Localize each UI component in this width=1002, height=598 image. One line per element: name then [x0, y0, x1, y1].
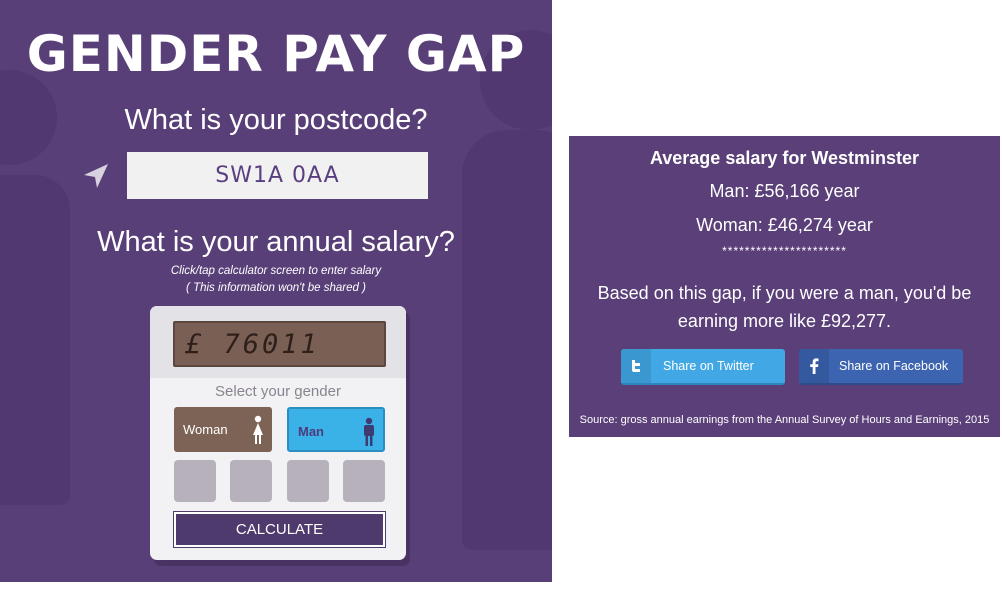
location-arrow-icon[interactable] [82, 162, 110, 190]
share-twitter-label: Share on Twitter [663, 359, 754, 373]
woman-icon [253, 415, 263, 444]
salary-display: £ 76011 [185, 329, 320, 360]
share-facebook-label: Share on Facebook [839, 359, 949, 373]
calculator-panel: GENDER PAY GAP What is your postcode? Wh… [0, 0, 552, 582]
share-twitter-button[interactable]: Share on Twitter [621, 349, 785, 385]
result-message: Based on this gap, if you were a man, yo… [597, 283, 972, 303]
man-icon [364, 417, 374, 446]
result-title: Average salary for Westminster [649, 148, 920, 168]
calculator-key[interactable] [174, 460, 216, 502]
calculator-key[interactable] [287, 460, 329, 502]
calculator-key[interactable] [343, 460, 385, 502]
man-button[interactable]: Man [287, 407, 385, 452]
privacy-note: ( This information won't be shared ) [186, 282, 366, 294]
gender-label: Select your gender [215, 383, 341, 400]
calculate-button[interactable]: CALCULATE [173, 511, 386, 548]
postcode-input[interactable] [127, 152, 428, 199]
man-button-label: Man [298, 424, 324, 439]
calculator-screen[interactable]: £ 76011 [173, 321, 386, 367]
salary-question: What is your annual salary? [97, 226, 455, 258]
woman-button-label: Woman [183, 422, 228, 437]
woman-silhouette-body [0, 175, 70, 505]
separator: ********************** [722, 244, 847, 258]
result-panel: Average salary for Westminster Man: £56,… [569, 136, 1000, 437]
result-message-amount: earning more like £92,277. [677, 311, 892, 331]
calculator-key[interactable] [230, 460, 272, 502]
woman-button[interactable]: Woman [174, 407, 272, 452]
postcode-question: What is your postcode? [124, 104, 428, 136]
twitter-icon [621, 349, 651, 383]
source-note: Source: gross annual earnings from the A… [579, 414, 990, 426]
share-facebook-button[interactable]: Share on Facebook [799, 349, 963, 385]
facebook-icon [799, 349, 829, 383]
woman-salary: Woman: £46,274 year [696, 215, 873, 235]
man-silhouette-body [462, 130, 552, 550]
page-title: GENDER PAY GAP [26, 25, 526, 83]
man-salary: Man: £56,166 year [709, 181, 860, 201]
salary-calculator: £ 76011 Select your gender Woman Man CAL… [150, 306, 406, 560]
salary-hint: Click/tap calculator screen to enter sal… [170, 265, 382, 277]
